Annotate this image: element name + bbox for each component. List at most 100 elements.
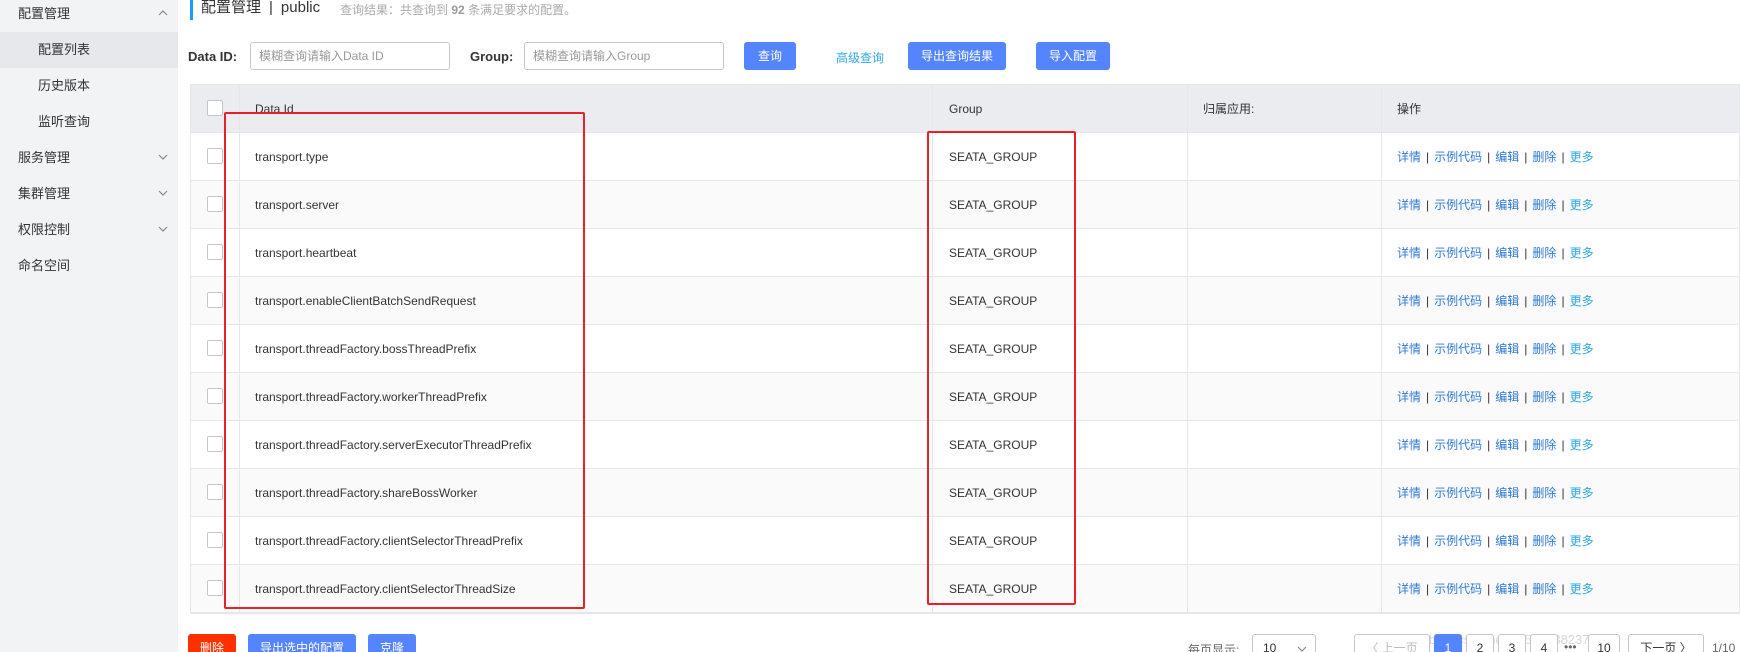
ops-separator: | xyxy=(1487,485,1491,500)
nav-access-control[interactable]: 权限控制 xyxy=(0,212,178,248)
sample-code-link[interactable]: 示例代码 xyxy=(1434,292,1482,309)
sample-code-link[interactable]: 示例代码 xyxy=(1434,244,1482,261)
row-checkbox[interactable] xyxy=(207,388,223,404)
delete-link[interactable]: 删除 xyxy=(1532,340,1556,357)
edit-link[interactable]: 编辑 xyxy=(1495,244,1519,261)
edit-link[interactable]: 编辑 xyxy=(1495,148,1519,165)
row-checkbox[interactable] xyxy=(207,292,223,308)
row-checkbox[interactable] xyxy=(207,244,223,260)
nav-config-management[interactable]: 配置管理 xyxy=(0,0,178,32)
detail-link[interactable]: 详情 xyxy=(1397,196,1421,213)
delete-link[interactable]: 删除 xyxy=(1532,484,1556,501)
row-checkbox[interactable] xyxy=(207,532,223,548)
edit-link[interactable]: 编辑 xyxy=(1495,340,1519,357)
data-id-input[interactable] xyxy=(250,42,450,70)
prev-page-button[interactable]: 〈 上一页 xyxy=(1354,634,1430,652)
select-all-checkbox[interactable] xyxy=(207,100,223,116)
detail-link[interactable]: 详情 xyxy=(1397,292,1421,309)
more-link[interactable]: 更多 xyxy=(1570,292,1594,309)
row-checkbox[interactable] xyxy=(207,484,223,500)
clone-button[interactable]: 克隆 xyxy=(368,634,417,652)
sample-code-link[interactable]: 示例代码 xyxy=(1434,532,1482,549)
page-title-text: 配置管理 xyxy=(201,0,262,16)
more-link[interactable]: 更多 xyxy=(1570,484,1594,501)
delete-link[interactable]: 删除 xyxy=(1532,244,1556,261)
detail-link[interactable]: 详情 xyxy=(1397,244,1421,261)
nav-label: 监听查询 xyxy=(38,114,91,129)
page-button-3[interactable]: 3 xyxy=(1498,634,1526,652)
sample-code-link[interactable]: 示例代码 xyxy=(1434,148,1482,165)
sample-code-link[interactable]: 示例代码 xyxy=(1434,580,1482,597)
ops-separator: | xyxy=(1426,245,1430,260)
more-link[interactable]: 更多 xyxy=(1570,388,1594,405)
ops-separator: | xyxy=(1524,437,1528,452)
nav-listener-query[interactable]: 监听查询 xyxy=(0,104,178,140)
edit-link[interactable]: 编辑 xyxy=(1495,436,1519,453)
edit-link[interactable]: 编辑 xyxy=(1495,388,1519,405)
sample-code-link[interactable]: 示例代码 xyxy=(1434,340,1482,357)
edit-link[interactable]: 编辑 xyxy=(1495,532,1519,549)
delete-link[interactable]: 删除 xyxy=(1532,580,1556,597)
more-link[interactable]: 更多 xyxy=(1570,244,1594,261)
detail-link[interactable]: 详情 xyxy=(1397,580,1421,597)
cell-ops: 详情 | 示例代码 | 编辑 | 删除 | 更多 xyxy=(1397,181,1594,228)
row-checkbox[interactable] xyxy=(207,340,223,356)
delete-link[interactable]: 删除 xyxy=(1532,196,1556,213)
delete-link[interactable]: 删除 xyxy=(1532,292,1556,309)
detail-link[interactable]: 详情 xyxy=(1397,532,1421,549)
delete-link[interactable]: 删除 xyxy=(1532,532,1556,549)
detail-link[interactable]: 详情 xyxy=(1397,436,1421,453)
row-checkbox[interactable] xyxy=(207,436,223,452)
ops-separator: | xyxy=(1561,149,1565,164)
nav-namespace[interactable]: 命名空间 xyxy=(0,248,178,284)
sample-code-link[interactable]: 示例代码 xyxy=(1434,484,1482,501)
page-button-2[interactable]: 2 xyxy=(1466,634,1494,652)
sample-code-link[interactable]: 示例代码 xyxy=(1434,196,1482,213)
more-link[interactable]: 更多 xyxy=(1570,532,1594,549)
detail-link[interactable]: 详情 xyxy=(1397,340,1421,357)
page-size-select[interactable]: 10 xyxy=(1252,634,1316,652)
more-link[interactable]: 更多 xyxy=(1570,436,1594,453)
row-checkbox[interactable] xyxy=(207,196,223,212)
row-checkbox[interactable] xyxy=(207,148,223,164)
ops-separator: | xyxy=(1426,341,1430,356)
advanced-query-link[interactable]: 高级查询 xyxy=(836,49,884,66)
page-button-10[interactable]: 10 xyxy=(1588,634,1620,652)
cell-ops: 详情 | 示例代码 | 编辑 | 删除 | 更多 xyxy=(1397,325,1594,372)
nav-service-management[interactable]: 服务管理 xyxy=(0,140,178,176)
ops-separator: | xyxy=(1561,341,1565,356)
header-app: 归属应用: xyxy=(1203,102,1255,116)
row-checkbox[interactable] xyxy=(207,580,223,596)
more-link[interactable]: 更多 xyxy=(1570,196,1594,213)
ops-separator: | xyxy=(1524,149,1528,164)
edit-link[interactable]: 编辑 xyxy=(1495,196,1519,213)
nav-cluster-management[interactable]: 集群管理 xyxy=(0,176,178,212)
edit-link[interactable]: 编辑 xyxy=(1495,484,1519,501)
data-id-label: Data ID: xyxy=(188,49,238,64)
next-page-button[interactable]: 下一页 〉 xyxy=(1628,634,1704,652)
page-button-1[interactable]: 1 xyxy=(1434,634,1462,652)
delete-link[interactable]: 删除 xyxy=(1532,148,1556,165)
export-results-button[interactable]: 导出查询结果 xyxy=(908,42,1006,70)
edit-link[interactable]: 编辑 xyxy=(1495,580,1519,597)
more-link[interactable]: 更多 xyxy=(1570,340,1594,357)
sample-code-link[interactable]: 示例代码 xyxy=(1434,436,1482,453)
nav-history[interactable]: 历史版本 xyxy=(0,68,178,104)
edit-link[interactable]: 编辑 xyxy=(1495,292,1519,309)
delete-selected-button[interactable]: 删除 xyxy=(188,634,237,652)
detail-link[interactable]: 详情 xyxy=(1397,484,1421,501)
more-link[interactable]: 更多 xyxy=(1570,580,1594,597)
group-input[interactable] xyxy=(524,42,724,70)
import-config-button[interactable]: 导入配置 xyxy=(1036,42,1110,70)
detail-link[interactable]: 详情 xyxy=(1397,388,1421,405)
page-button-4[interactable]: 4 xyxy=(1530,634,1558,652)
more-link[interactable]: 更多 xyxy=(1570,148,1594,165)
detail-link[interactable]: 详情 xyxy=(1397,148,1421,165)
ops-separator: | xyxy=(1524,245,1528,260)
query-button[interactable]: 查询 xyxy=(744,42,796,70)
export-selected-button[interactable]: 导出选中的配置 xyxy=(248,634,357,652)
delete-link[interactable]: 删除 xyxy=(1532,388,1556,405)
sample-code-link[interactable]: 示例代码 xyxy=(1434,388,1482,405)
delete-link[interactable]: 删除 xyxy=(1532,436,1556,453)
nav-config-list[interactable]: 配置列表 xyxy=(0,32,178,68)
